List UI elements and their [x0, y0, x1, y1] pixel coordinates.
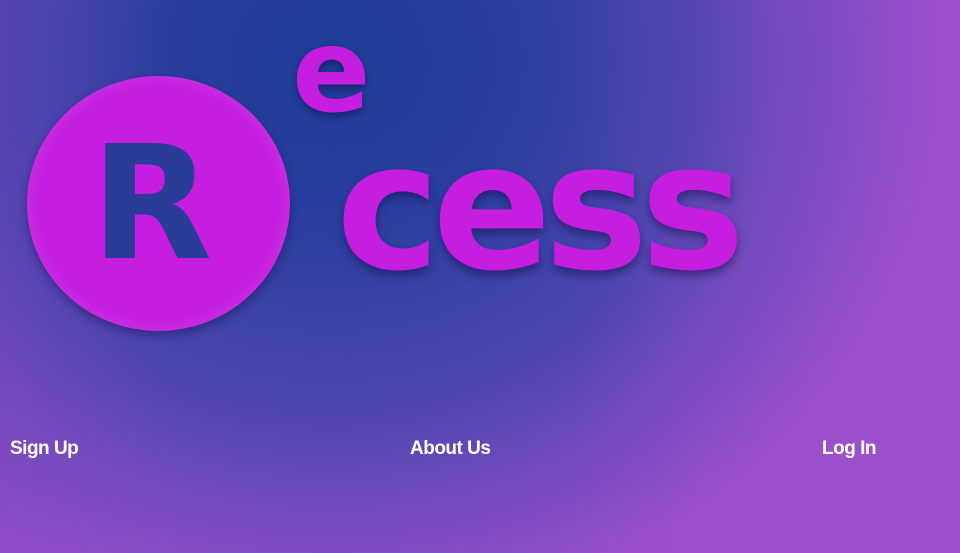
about-us-link[interactable]: About Us: [410, 438, 491, 460]
recess-logo: R e cess: [0, 0, 820, 360]
logo-circle-letter: R: [90, 111, 213, 296]
sign-up-link[interactable]: Sign Up: [10, 438, 79, 460]
log-in-link[interactable]: Log In: [822, 438, 876, 460]
logo-wordmark: cess: [336, 105, 745, 310]
